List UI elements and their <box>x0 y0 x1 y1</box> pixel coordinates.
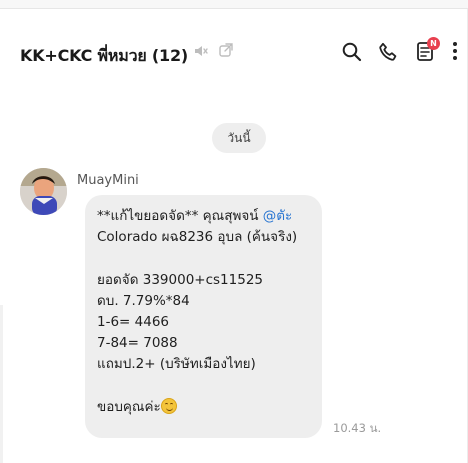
profile-photo <box>20 168 67 215</box>
message-sender: MuayMini <box>77 173 139 188</box>
top-divider <box>0 0 468 9</box>
user-mention[interactable]: @ตัะ <box>263 208 293 224</box>
notification-badge: N <box>427 37 440 50</box>
message-line-6: 7-84= 7088 <box>97 335 178 351</box>
left-divider <box>0 305 3 463</box>
avatar[interactable] <box>20 168 67 215</box>
message-line-4: ดบ. 7.79%*84 <box>97 293 190 309</box>
external-link-icon[interactable] <box>218 42 234 58</box>
message-line-8: ขอบคุณค่ะ <box>97 397 310 418</box>
message-gap-2 <box>97 375 310 397</box>
chat-window: KK+CKC พี่หมวย (12) N วันนี้ MuayMini **… <box>0 0 468 463</box>
message-line-3: ยอดจัด 339000+cs11525 <box>97 272 264 288</box>
search-icon[interactable] <box>341 41 363 63</box>
smiling-face-emoji <box>160 398 177 414</box>
date-separator: วันนี้ <box>212 123 266 153</box>
message-line-5: 1-6= 4466 <box>97 314 170 330</box>
message-line-7: แถมป.2+ (บริษัทเมืองไทย) <box>97 356 256 372</box>
message-line-2: Colorado ผฉ8236 อุบล (ค้นจริง) <box>97 229 298 245</box>
message-time: 10.43 น. <box>333 421 382 435</box>
more-vertical-icon[interactable] <box>448 39 462 63</box>
phone-icon[interactable] <box>377 41 399 63</box>
message-line-1-text: **แก้ไขยอดจัด** คุณสุพจน์ <box>97 208 263 224</box>
message-line-1: **แก้ไขยอดจัด** คุณสุพจน์ @ตัะ <box>97 206 310 227</box>
speaker-muted-icon <box>195 46 208 56</box>
chat-title: KK+CKC พี่หมวย (12) <box>20 46 188 65</box>
message-gap-1 <box>97 248 310 270</box>
message-bubble[interactable]: **แก้ไขยอดจัด** คุณสุพจน์ @ตัะ Colorado … <box>85 195 322 438</box>
emoji-mouth <box>165 407 173 411</box>
thank-you-text: ขอบคุณค่ะ <box>97 399 161 415</box>
